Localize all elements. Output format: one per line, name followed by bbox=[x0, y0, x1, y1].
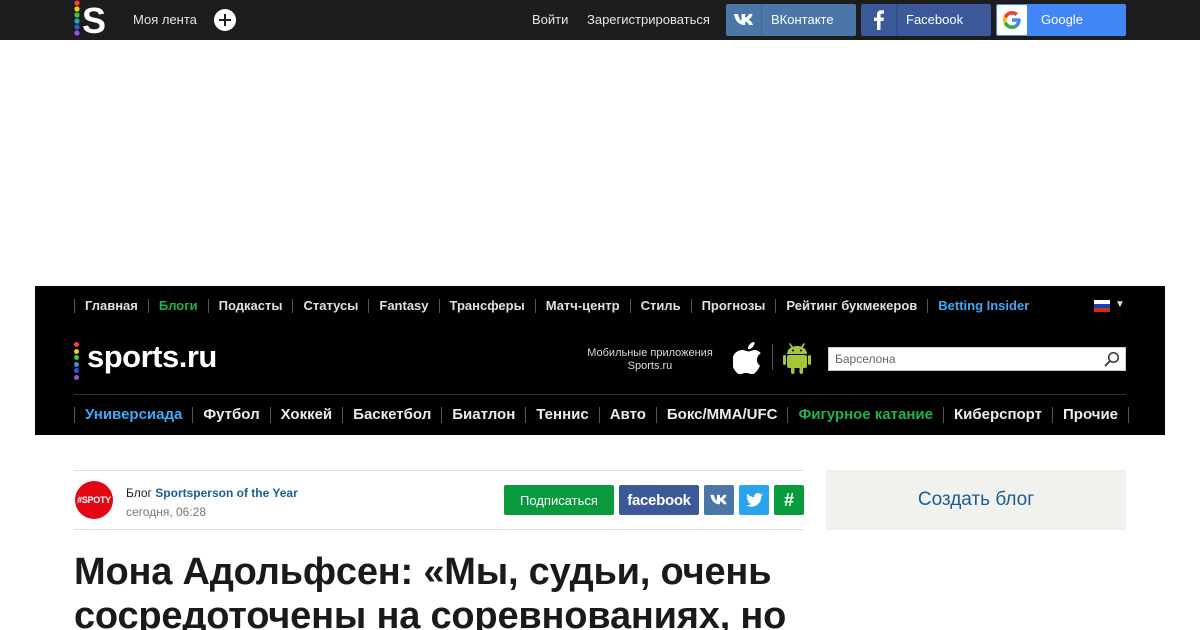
facebook-icon bbox=[861, 4, 897, 36]
sports-nav-item[interactable]: Фигурное катание bbox=[787, 407, 942, 423]
twitter-share-button[interactable] bbox=[739, 485, 769, 515]
site-nav-item[interactable]: Стиль bbox=[629, 299, 691, 313]
site-nav-item[interactable]: Fantasy bbox=[368, 299, 438, 313]
facebook-login-button[interactable]: Facebook bbox=[861, 4, 991, 36]
blog-name-link[interactable]: Sportsperson of the Year bbox=[155, 486, 297, 500]
blog-avatar[interactable]: #SPOTY bbox=[75, 481, 113, 519]
site-nav-item[interactable]: Статусы bbox=[292, 299, 368, 313]
subscribe-button[interactable]: Подписаться bbox=[504, 485, 614, 515]
sports-nav-item[interactable]: Теннис bbox=[525, 407, 598, 423]
svg-text:S: S bbox=[82, 0, 106, 40]
search-input[interactable] bbox=[829, 348, 1097, 370]
search-box bbox=[828, 347, 1126, 371]
sports-nav-item[interactable]: Прочие bbox=[1052, 407, 1128, 423]
vk-login-button[interactable]: ВКонтакте bbox=[726, 4, 856, 36]
facebook-label: Facebook bbox=[906, 12, 964, 27]
google-login-button[interactable]: Google bbox=[996, 4, 1126, 36]
apps-divider bbox=[772, 344, 773, 370]
hashtag-share-button[interactable]: # bbox=[774, 485, 804, 515]
sports-nav-item[interactable]: Хоккей bbox=[269, 407, 343, 423]
login-link[interactable]: Войти bbox=[532, 11, 568, 29]
chevron-down-icon[interactable]: ▼ bbox=[1115, 299, 1125, 310]
sports-nav: Универсиада Футбол Хоккей Баскетбол Биатлон Т… bbox=[74, 405, 1130, 425]
google-icon bbox=[997, 5, 1027, 35]
brand-name: sports.ru bbox=[87, 339, 217, 374]
my-feed-link[interactable]: Моя лента bbox=[133, 11, 197, 29]
vk-icon bbox=[710, 494, 727, 505]
site-header: Главная Блоги Подкасты Статусы Fantasy Трансф… bbox=[35, 286, 1165, 435]
post-timestamp: сегодня, 06:28 bbox=[126, 505, 207, 519]
android-icon[interactable] bbox=[783, 341, 811, 375]
vk-share-button[interactable] bbox=[704, 485, 734, 515]
header-divider bbox=[74, 394, 1126, 395]
facebook-share-button[interactable]: facebook bbox=[619, 485, 699, 515]
add-icon[interactable] bbox=[214, 9, 236, 31]
top-bar: S Моя лента Войти Зарегистрироваться ВКо… bbox=[0, 0, 1200, 40]
brand-dots-icon bbox=[74, 342, 80, 381]
blog-prefix: Блог bbox=[126, 486, 152, 500]
sports-nav-item[interactable]: Киберспорт bbox=[942, 407, 1052, 423]
site-nav-item[interactable]: Рейтинг букмекеров bbox=[775, 299, 927, 313]
vk-label: ВКонтакте bbox=[771, 12, 834, 27]
site-nav-item[interactable]: Блоги bbox=[147, 299, 208, 313]
article-headline: Мона Адольфсен: «Мы, судьи, очень сосред… bbox=[74, 551, 787, 630]
vk-icon bbox=[726, 4, 762, 36]
blog-info-bar: #SPOTY Блог Sportsperson of the Year сег… bbox=[74, 470, 804, 530]
site-nav-item[interactable]: Главная bbox=[74, 299, 148, 313]
sports-nav-item[interactable]: Бокс/MMA/UFC bbox=[655, 407, 788, 423]
site-nav-item[interactable]: Betting Insider bbox=[927, 299, 1039, 313]
site-nav: Главная Блоги Подкасты Статусы Fantasy Трансф… bbox=[74, 297, 1039, 315]
register-link[interactable]: Зарегистрироваться bbox=[587, 11, 710, 29]
blog-title-line: Блог Sportsperson of the Year bbox=[126, 485, 298, 501]
site-nav-item[interactable]: Трансферы bbox=[438, 299, 535, 313]
apple-icon[interactable] bbox=[733, 340, 765, 374]
sports-nav-item[interactable]: Универсиада bbox=[74, 407, 192, 423]
language-flag-icon[interactable] bbox=[1094, 300, 1110, 312]
sports-nav-end-divider bbox=[1128, 407, 1130, 423]
site-nav-item[interactable]: Матч-центр bbox=[534, 299, 630, 313]
mobile-apps-label: Мобильные приложения Sports.ru bbox=[587, 347, 713, 372]
twitter-icon bbox=[745, 493, 763, 507]
sports-nav-item[interactable]: Биатлон bbox=[441, 407, 525, 423]
google-label: Google bbox=[1041, 12, 1083, 27]
sports-nav-item[interactable]: Футбол bbox=[192, 407, 269, 423]
sports-logo-icon[interactable]: S bbox=[74, 0, 108, 40]
site-nav-item[interactable]: Прогнозы bbox=[690, 299, 776, 313]
sports-nav-item[interactable]: Баскетбол bbox=[342, 407, 441, 423]
site-nav-item[interactable]: Подкасты bbox=[207, 299, 293, 313]
sports-nav-item[interactable]: Авто bbox=[598, 407, 656, 423]
search-icon[interactable] bbox=[1104, 351, 1120, 367]
create-blog-button[interactable]: Создать блог bbox=[826, 470, 1126, 530]
